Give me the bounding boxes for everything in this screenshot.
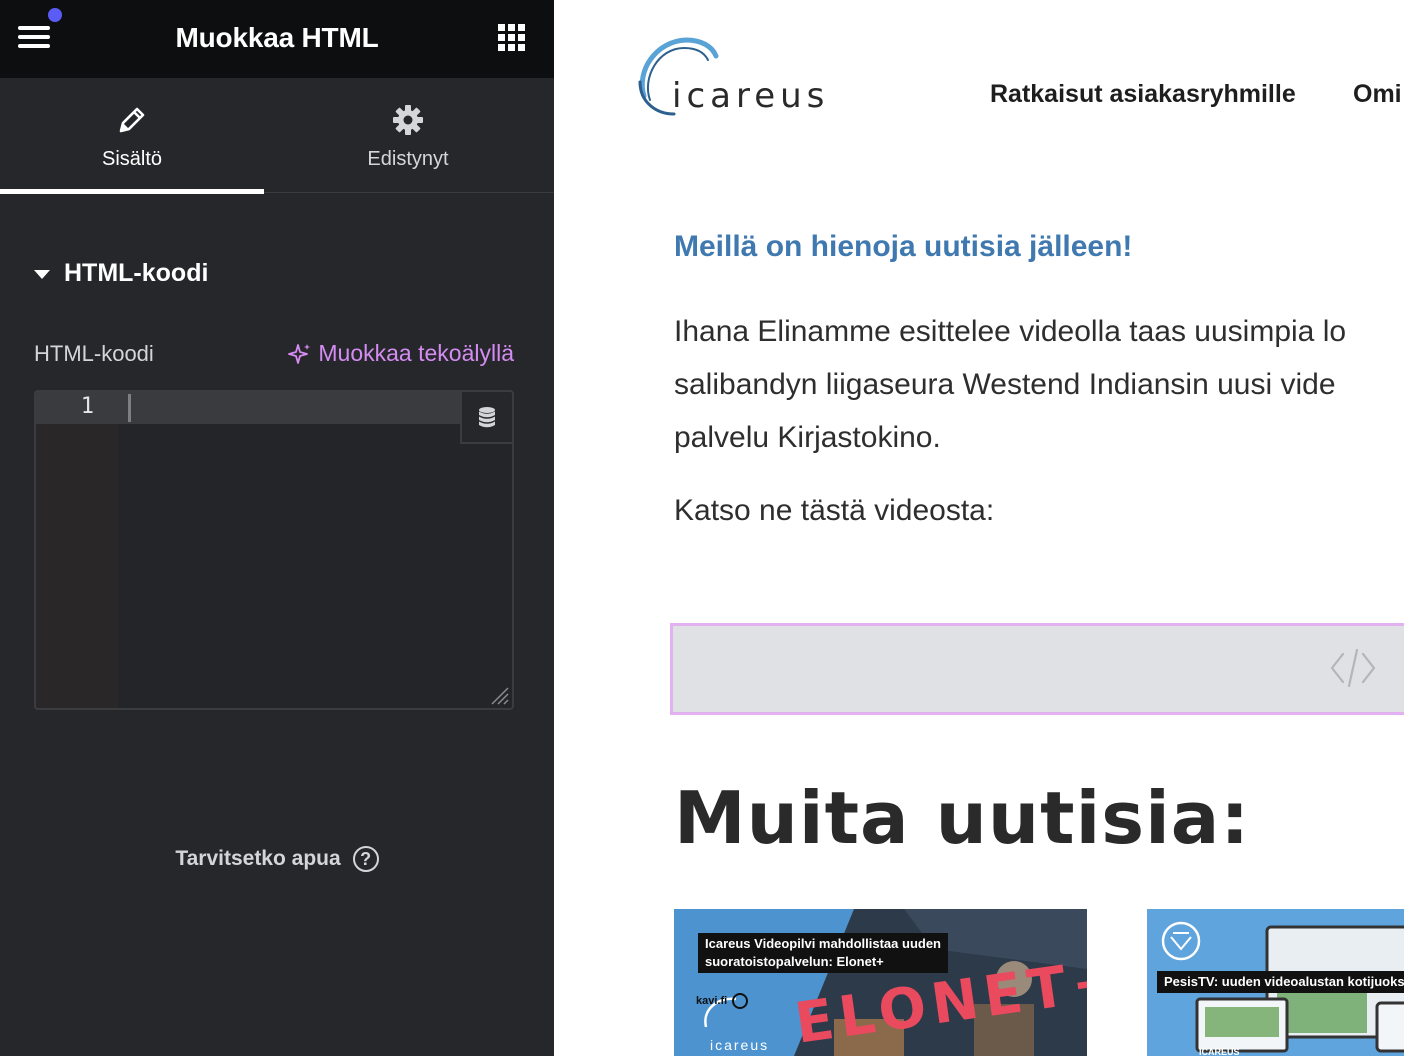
grid-icon-cell: [518, 44, 525, 51]
tab-content[interactable]: Sisältö: [0, 78, 264, 194]
kavi-badge: kavi.fi: [696, 995, 728, 1007]
section-toggle-html-code[interactable]: HTML-koodi: [34, 256, 208, 290]
grid-icon-cell: [508, 44, 515, 51]
menu-icon-bar: [18, 35, 50, 39]
grid-icon-cell: [498, 44, 505, 51]
news-headline: Meillä on hienoja uutisia jälleen!: [674, 230, 1133, 263]
grid-icon-cell: [518, 34, 525, 41]
code-tag-icon: [1330, 648, 1376, 688]
widgets-grid-button[interactable]: [498, 24, 530, 56]
menu-icon-bar: [18, 44, 50, 48]
card-logo-text: icareus: [710, 1037, 770, 1053]
question-mark-icon: ?: [352, 846, 379, 872]
caption-line: Icareus Videopilvi mahdollistaa uuden: [705, 936, 941, 951]
panel-tabs: Sisältö Edistynyt: [0, 78, 554, 194]
html-code-editor[interactable]: 1: [34, 390, 514, 710]
edit-with-ai-button[interactable]: Muokkaa tekoälyllä: [288, 340, 514, 367]
nav-link-next[interactable]: Omi: [1353, 80, 1402, 109]
tab-label: Sisältö: [101, 148, 163, 170]
panel-header: Muokkaa HTML: [0, 0, 554, 78]
panel-title: Muokkaa HTML: [175, 22, 379, 53]
section-title: HTML-koodi: [64, 258, 209, 287]
help-label: Tarvitsetko apua: [175, 847, 341, 870]
sparkle-icon: [288, 343, 311, 364]
grid-icon-cell: [498, 34, 505, 41]
gear-icon: [393, 105, 423, 135]
page-preview: icareus Ratkaisut asiakasryhmille Omi Me…: [554, 0, 1404, 1056]
card-caption: PesisTV: uuden videoalustan kotijuoks: [1157, 971, 1404, 993]
code-input[interactable]: [128, 394, 488, 422]
news-body: Ihana Elinamme esittelee videolla taas u…: [674, 305, 1404, 464]
logo-text: icareus: [672, 76, 830, 116]
tab-label: Edistynyt: [367, 148, 449, 170]
caret-down-icon: [34, 269, 50, 279]
editor-panel: Muokkaa HTML Sisältö Edistynyt HTML-kood…: [0, 0, 554, 1056]
icareus-logo[interactable]: icareus: [636, 36, 826, 120]
resize-handle-icon[interactable]: [486, 682, 510, 706]
kavi-logo-icon: [732, 993, 748, 1009]
help-link[interactable]: Tarvitsetko apua ?: [0, 846, 554, 872]
html-code-label: HTML-koodi: [34, 341, 154, 366]
active-tab-indicator: [0, 189, 264, 194]
edit-with-ai-label: Muokkaa tekoälyllä: [318, 340, 514, 366]
card-logo-text: ICAREUS: [1199, 1047, 1240, 1056]
grid-icon: [498, 24, 505, 31]
news-card-elonet[interactable]: Icareus Videopilvi mahdollistaa uuden su…: [674, 909, 1087, 1056]
tab-advanced[interactable]: Edistynyt: [276, 78, 540, 192]
grid-icon-cell: [508, 34, 515, 41]
card-caption: Icareus Videopilvi mahdollistaa uuden su…: [698, 933, 948, 973]
grid-icon-cell: [508, 24, 515, 31]
other-news-title: Muita uutisia:: [674, 776, 1251, 860]
body-line: salibandyn liigaseura Westend Indiansin …: [674, 368, 1336, 401]
line-gutter: [36, 392, 118, 708]
body-line: palvelu Kirjastokino.: [674, 421, 941, 454]
news-card-pesistv[interactable]: PesisTV: uuden videoalustan kotijuoks IC…: [1147, 909, 1404, 1056]
menu-button[interactable]: [14, 8, 62, 58]
caption-line: PesisTV: uuden videoalustan kotijuoks: [1164, 974, 1404, 989]
pencil-icon: [119, 107, 145, 133]
dynamic-tags-button[interactable]: [460, 392, 512, 444]
database-icon: [479, 407, 495, 428]
html-widget-placeholder[interactable]: [670, 623, 1404, 715]
line-number: 1: [80, 394, 94, 419]
grid-icon-cell: [518, 24, 525, 31]
notification-dot: [48, 8, 62, 22]
nav-link-solutions[interactable]: Ratkaisut asiakasryhmille: [990, 80, 1296, 109]
menu-icon: [18, 26, 50, 30]
body-line: Ihana Elinamme esittelee videolla taas u…: [674, 315, 1347, 348]
video-cta-text: Katso ne tästä videosta:: [674, 494, 995, 527]
caption-line: suoratoistopalvelun: Elonet+: [705, 954, 884, 969]
